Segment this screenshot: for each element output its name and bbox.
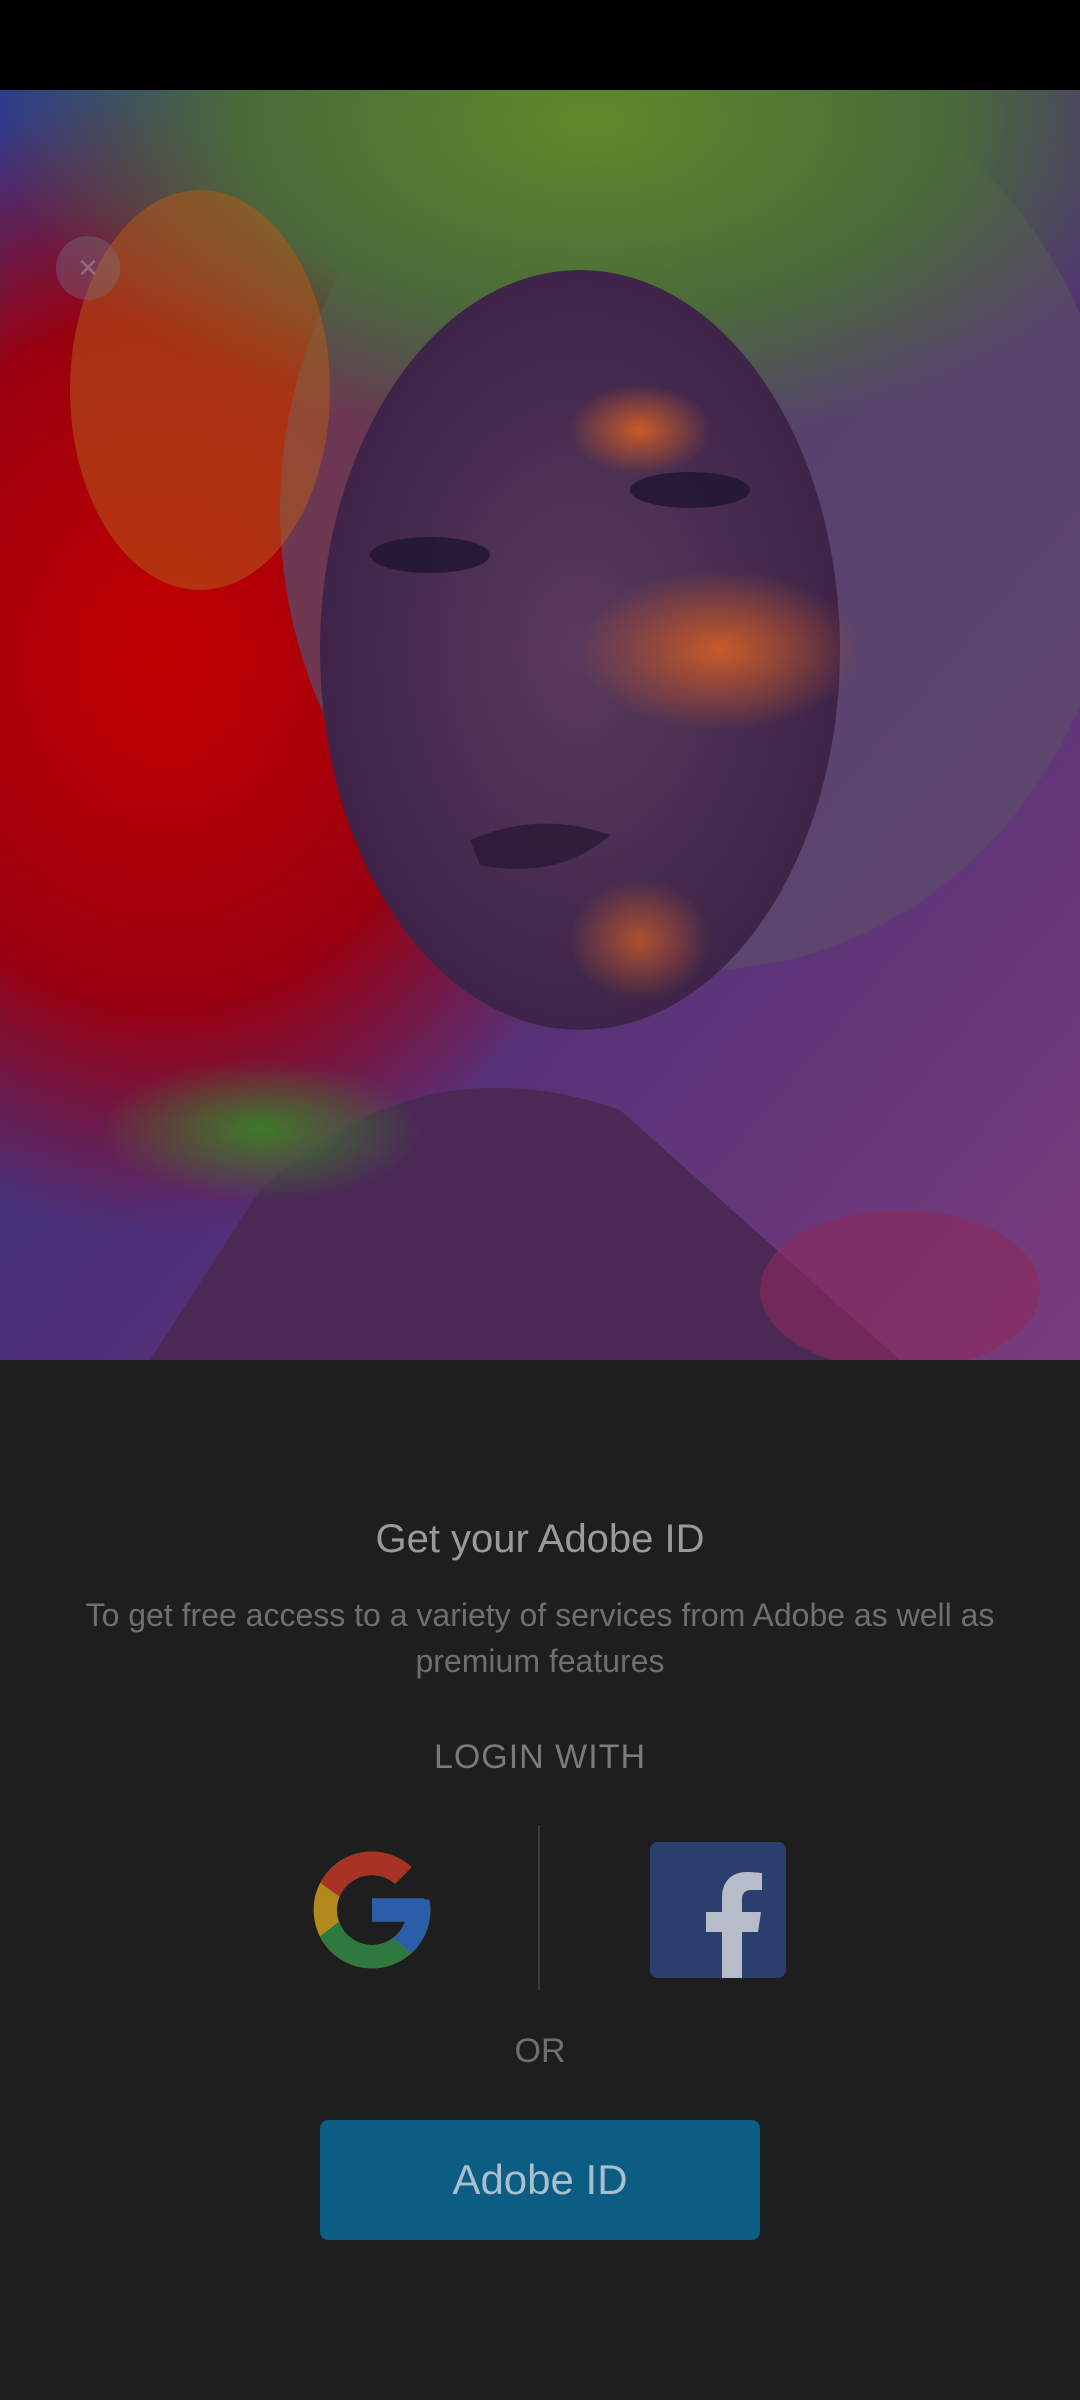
hero-image: × — [0, 90, 1080, 1360]
divider — [538, 1825, 540, 1990]
google-icon — [313, 1851, 431, 1969]
google-login-button[interactable] — [302, 1840, 442, 1980]
facebook-login-button[interactable] — [650, 1842, 786, 1978]
close-icon: × — [78, 249, 98, 287]
login-panel: Get your Adobe ID To get free access to … — [0, 1360, 1080, 2400]
subtitle-text: To get free access to a variety of servi… — [85, 1597, 995, 1679]
login-with-label: LOGIN WITH — [433, 1738, 647, 1776]
hero-photo — [0, 90, 1080, 1360]
or-label: OR — [514, 2032, 566, 2070]
close-button[interactable]: × — [56, 236, 120, 300]
page-title: Get your Adobe ID — [375, 1517, 705, 1561]
adobe-id-button-label: Adobe ID — [452, 2156, 628, 2203]
adobe-id-button[interactable]: Adobe ID — [320, 2120, 760, 2240]
facebook-icon — [650, 1842, 786, 1978]
status-bar — [0, 0, 1080, 90]
